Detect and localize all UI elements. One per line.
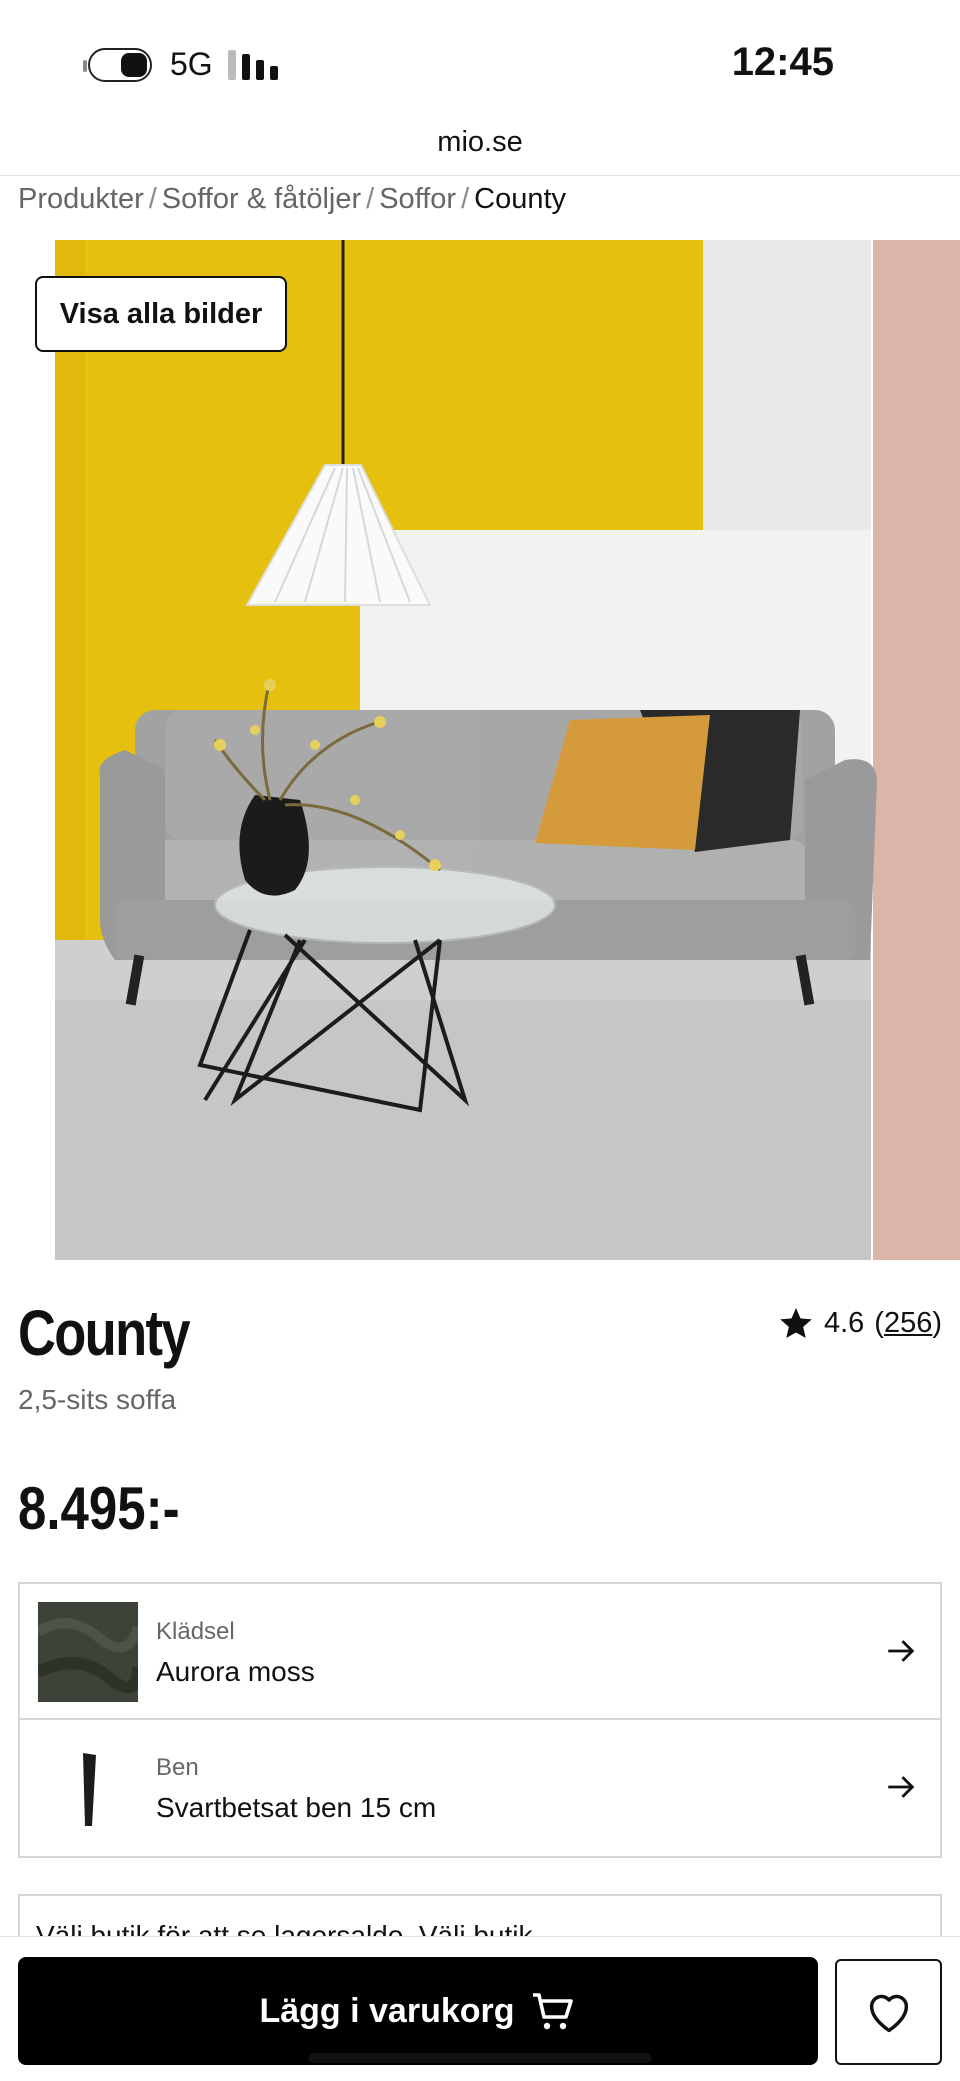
product-image-gallery[interactable] [55,240,960,1260]
breadcrumb-separator: / [461,183,470,215]
option-value: Aurora moss [156,1656,315,1687]
breadcrumb-link-soffor-fatoljer[interactable]: Soffor & fåtöljer [162,183,361,215]
option-legs[interactable]: Ben Svartbetsat ben 15 cm [20,1720,940,1856]
cart-icon [532,1993,573,2030]
option-upholstery[interactable]: Klädsel Aurora moss [20,1584,940,1720]
breadcrumb-current: County [474,183,567,215]
option-label: Ben [156,1754,199,1781]
review-count-link[interactable]: 256 [884,1307,932,1339]
product-options: Klädsel Aurora moss Ben Svartbetsat ben … [18,1582,942,1858]
product-rating[interactable]: 4.6 (256) [778,1305,942,1341]
network-type: 5G [170,46,213,82]
product-title: County [18,1297,191,1369]
url-bar[interactable]: mio.se [0,126,960,159]
arrow-right-icon [888,1776,915,1798]
battery-icon [83,48,152,82]
breadcrumb-separator: / [148,183,157,215]
option-label: Klädsel [156,1618,235,1645]
product-price: 8.495:- [18,1475,180,1542]
breadcrumb-separator: / [366,183,375,215]
add-to-cart-button[interactable]: Lägg i varukorg [18,1957,818,2065]
arrow-right-icon [888,1640,915,1662]
breadcrumb: Produkter / Soffor & fåtöljer / Soffor / Count… [18,183,566,216]
review-count[interactable]: (256) [874,1307,942,1340]
divider [0,175,960,176]
option-value: Svartbetsat ben 15 cm [156,1792,437,1823]
rating-value: 4.6 [823,1306,865,1339]
add-to-cart-label: Lägg i varukorg [259,1991,515,2030]
heart-icon [869,1994,908,2033]
sofa-leg-icon [38,1738,138,1838]
star-icon [780,1308,812,1338]
favorite-button[interactable] [835,1959,942,2065]
product-subtitle: 2,5-sits soffa [18,1384,177,1415]
breadcrumb-link-produkter[interactable]: Produkter [18,183,144,215]
home-indicator [308,2053,652,2063]
fabric-swatch-icon [38,1602,138,1702]
show-all-images-button[interactable]: Visa alla bilder [35,276,287,352]
breadcrumb-link-soffor[interactable]: Soffor [379,183,456,215]
clock: 12:45 [731,40,834,84]
product-image [55,240,960,1260]
signal-icon [228,50,288,80]
status-bar: 5G 12:45 [0,0,960,120]
